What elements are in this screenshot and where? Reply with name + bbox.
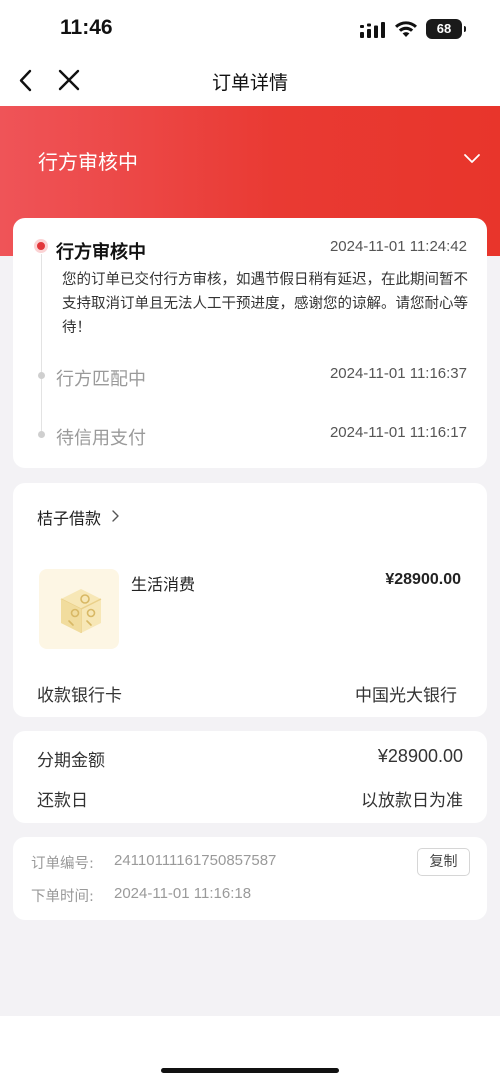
- order-status-title: 行方审核中: [38, 150, 138, 174]
- timeline-dot-active: [34, 239, 48, 253]
- timeline-dot: [38, 372, 45, 379]
- product-image: [39, 569, 119, 649]
- timeline-step-description: 您的订单已交付行方审核，如遇节假日稍有延迟，在此期间暂不支持取消订单且无法人工干…: [62, 272, 468, 336]
- copy-button[interactable]: 复制: [417, 848, 470, 876]
- battery-level: 68: [436, 21, 452, 36]
- repayment-day-value: 以放款日为准: [361, 791, 463, 811]
- installment-amount-label: 分期金额: [37, 751, 105, 771]
- timeline-line: [41, 254, 42, 434]
- order-meta-card: 订单编号: 24110111161750857587 复制 下单时间: 2024…: [13, 837, 487, 920]
- timeline-dot: [38, 431, 45, 438]
- timeline-step-time: 2024-11-01 11:16:17: [329, 424, 467, 441]
- installment-card: 分期金额 ¥28900.00 还款日 以放款日为准: [13, 731, 487, 823]
- timeline-step-title: 待信用支付: [56, 428, 146, 449]
- order-number-value: 24110111161750857587: [114, 852, 277, 869]
- timeline-step-title: 行方匹配中: [56, 369, 146, 390]
- timeline-step-time: 2024-11-01 11:24:42: [329, 238, 467, 255]
- loan-info-card: 桔子借款 生活消费 ¥28900.00 收款银行卡 中国光大银行: [13, 483, 487, 717]
- timeline-step-time: 2024-11-01 11:16:37: [329, 365, 467, 382]
- timeline-step-title: 行方审核中: [56, 242, 146, 263]
- chevron-right-icon[interactable]: [111, 509, 121, 523]
- status-bar: 11:46 68: [0, 0, 500, 58]
- order-time-label: 下单时间:: [31, 889, 94, 905]
- bank-card-value: 中国光大银行: [355, 686, 457, 706]
- product-amount: ¥28900.00: [385, 571, 461, 588]
- progress-timeline-card: 行方审核中 2024-11-01 11:24:42 您的订单已交付行方审核，如遇…: [13, 218, 487, 468]
- wifi-icon: [395, 21, 417, 37]
- chevron-down-icon[interactable]: [462, 152, 482, 166]
- repayment-day-label: 还款日: [37, 791, 88, 811]
- order-time-value: 2024-11-01 11:16:18: [114, 885, 252, 902]
- gift-box-icon: [60, 589, 102, 633]
- status-time: 11:46: [60, 16, 113, 39]
- page-title: 订单详情: [211, 72, 288, 94]
- order-number-label: 订单编号:: [31, 856, 94, 872]
- product-name: 生活消费: [131, 575, 196, 594]
- installment-amount-value: ¥28900.00: [377, 746, 463, 766]
- home-indicator[interactable]: [161, 1068, 339, 1073]
- lender-link[interactable]: 桔子借款: [37, 505, 101, 529]
- bank-card-label: 收款银行卡: [37, 686, 122, 706]
- nav-bar: 订单详情: [0, 58, 500, 106]
- bottom-bar: [0, 1016, 500, 1082]
- battery-icon: 68: [426, 19, 466, 39]
- cellular-signal-icon: [360, 22, 385, 38]
